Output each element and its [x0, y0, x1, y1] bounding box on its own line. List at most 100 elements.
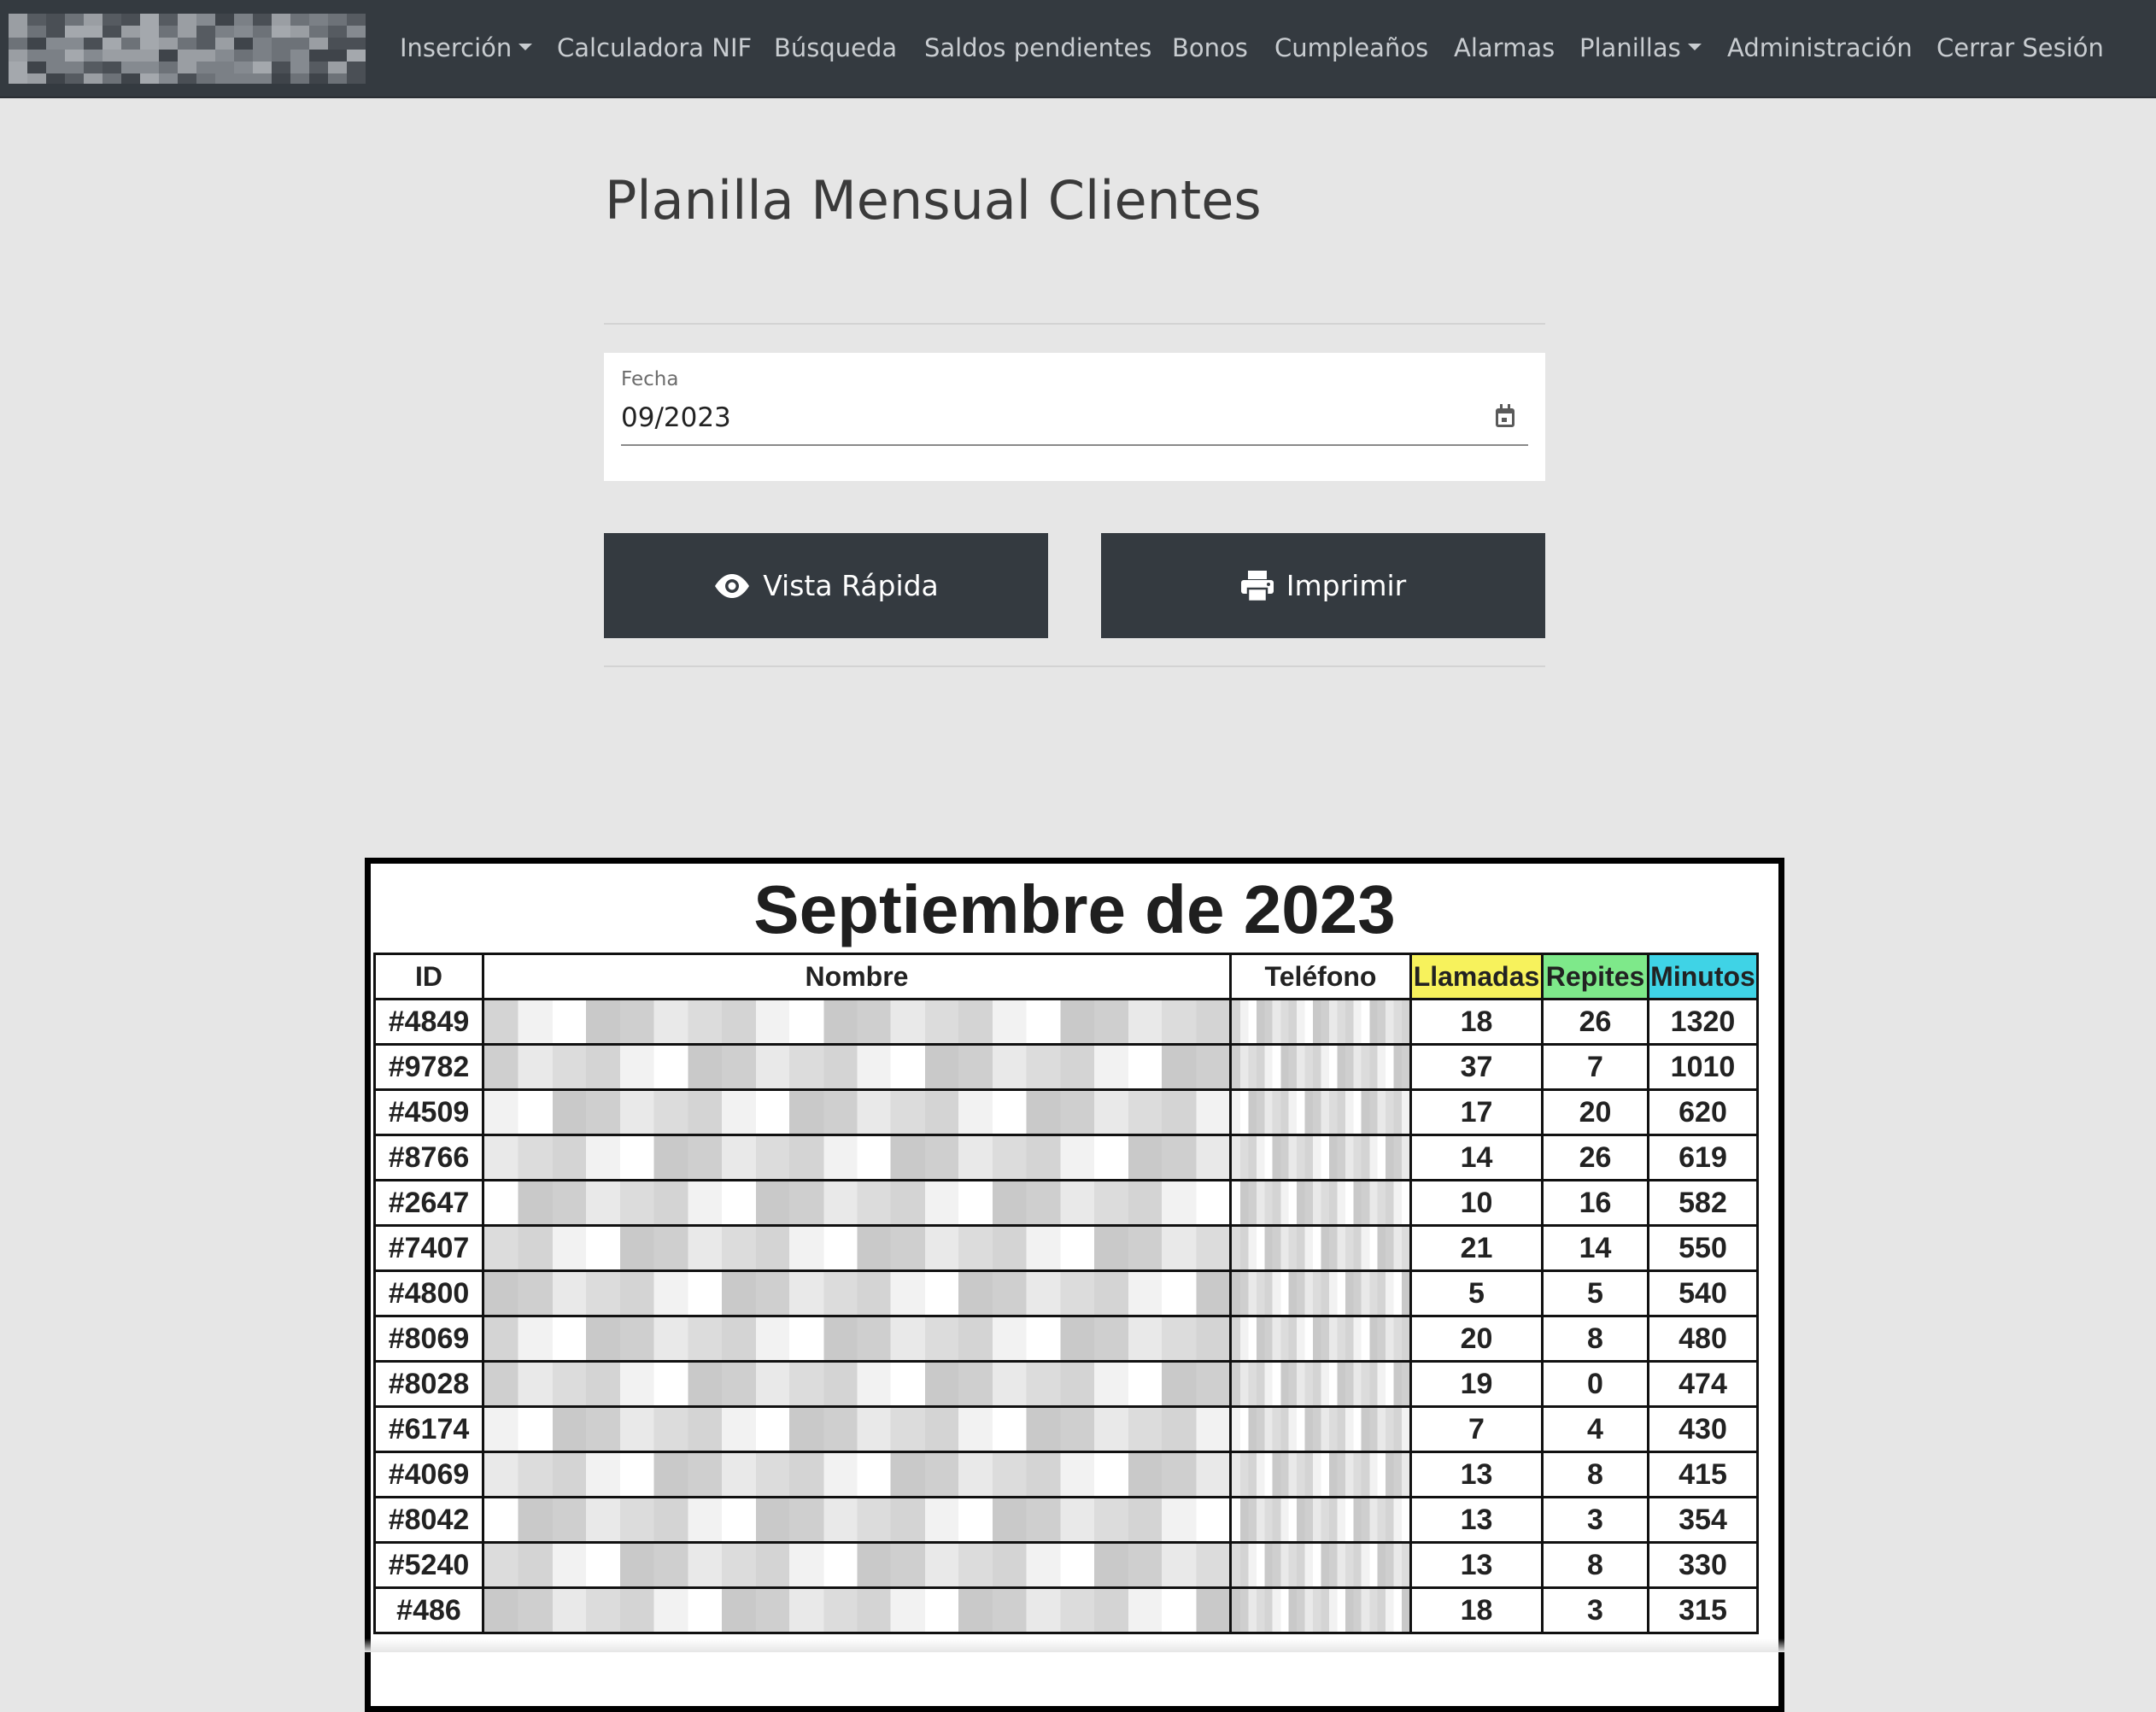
cell-minutos: 540 — [1647, 1269, 1759, 1317]
cell-minutos: 550 — [1647, 1224, 1759, 1272]
cell-llamadas: 19 — [1409, 1360, 1544, 1408]
print-button[interactable]: Imprimir — [1101, 533, 1545, 638]
quick-view-button[interactable]: Vista Rápida — [604, 533, 1048, 638]
cell-repites: 8 — [1541, 1451, 1649, 1498]
cell-telefono-redacted — [1229, 1586, 1412, 1634]
nav-item[interactable]: Inserción — [400, 0, 533, 97]
cell-telefono-redacted — [1229, 1496, 1412, 1544]
table-row: #5240 13 8 330 — [373, 1541, 1759, 1589]
cell-repites: 26 — [1541, 1134, 1649, 1181]
cell-repites: 14 — [1541, 1224, 1649, 1272]
chevron-down-icon — [518, 44, 533, 50]
cell-telefono-redacted — [1229, 1360, 1412, 1408]
nav-item-label: Planillas — [1579, 33, 1681, 62]
table-row: #4849 18 26 1320 — [373, 998, 1759, 1046]
table-row: #6174 7 4 430 — [373, 1405, 1759, 1453]
date-field-label: Fecha — [621, 368, 679, 390]
cell-minutos: 430 — [1647, 1405, 1759, 1453]
date-field-underline — [621, 444, 1528, 446]
nav-item[interactable]: Bonos — [1172, 0, 1248, 97]
cell-id: #2647 — [373, 1179, 484, 1227]
date-field-value[interactable]: 09/2023 — [621, 402, 731, 433]
table-header-row: ID Nombre Teléfono Llamadas Repites Minu… — [373, 953, 1759, 1000]
cell-minutos: 620 — [1647, 1088, 1759, 1136]
cell-id: #5240 — [373, 1541, 484, 1589]
cell-id: #8069 — [373, 1315, 484, 1363]
cell-telefono-redacted — [1229, 1315, 1412, 1363]
cell-nombre-redacted — [482, 1088, 1232, 1136]
table-row: #8766 14 26 619 — [373, 1134, 1759, 1181]
header-id: ID — [373, 953, 484, 1000]
cell-id: #7407 — [373, 1224, 484, 1272]
cell-minutos: 315 — [1647, 1586, 1759, 1634]
report-table: ID Nombre Teléfono Llamadas Repites Minu… — [373, 953, 1759, 1634]
nav-item[interactable]: Saldos pendientes — [924, 0, 1151, 97]
cell-llamadas: 5 — [1409, 1269, 1544, 1317]
cell-minutos: 619 — [1647, 1134, 1759, 1181]
cell-nombre-redacted — [482, 1269, 1232, 1317]
nav-item[interactable]: Alarmas — [1454, 0, 1555, 97]
cell-id: #4849 — [373, 998, 484, 1046]
nav-item-label: Cumpleaños — [1274, 33, 1429, 62]
cell-telefono-redacted — [1229, 1043, 1412, 1091]
cell-minutos: 1320 — [1647, 998, 1759, 1046]
nav-item-label: Búsqueda — [774, 33, 898, 62]
nav-item[interactable]: Cerrar Sesión — [1936, 0, 2104, 97]
chevron-down-icon — [1687, 44, 1702, 50]
cell-llamadas: 13 — [1409, 1496, 1544, 1544]
table-row: #9782 37 7 1010 — [373, 1043, 1759, 1091]
cell-telefono-redacted — [1229, 1134, 1412, 1181]
header-minutos: Minutos — [1647, 953, 1759, 1000]
cell-repites: 3 — [1541, 1496, 1649, 1544]
cell-minutos: 474 — [1647, 1360, 1759, 1408]
brand-logo[interactable] — [9, 14, 366, 84]
table-row: #4509 17 20 620 — [373, 1088, 1759, 1136]
nav-item-label: Alarmas — [1454, 33, 1555, 62]
nav-item-label: Inserción — [400, 33, 513, 62]
cell-llamadas: 18 — [1409, 1586, 1544, 1634]
cell-minutos: 480 — [1647, 1315, 1759, 1363]
cell-nombre-redacted — [482, 1541, 1232, 1589]
print-label: Imprimir — [1286, 569, 1407, 602]
cell-id: #4069 — [373, 1451, 484, 1498]
cell-id: #4800 — [373, 1269, 484, 1317]
cell-nombre-redacted — [482, 1360, 1232, 1408]
cell-nombre-redacted — [482, 1451, 1232, 1498]
bottom-fade — [0, 1639, 2156, 1652]
date-field[interactable]: Fecha 09/2023 — [604, 353, 1545, 481]
nav-item-label: Cerrar Sesión — [1936, 33, 2104, 62]
quick-view-label: Vista Rápida — [763, 569, 939, 602]
cell-llamadas: 18 — [1409, 998, 1544, 1046]
cell-id: #6174 — [373, 1405, 484, 1453]
cell-repites: 5 — [1541, 1269, 1649, 1317]
cell-id: #486 — [373, 1586, 484, 1634]
table-row: #8042 13 3 354 — [373, 1496, 1759, 1544]
cell-llamadas: 17 — [1409, 1088, 1544, 1136]
cell-repites: 8 — [1541, 1315, 1649, 1363]
monthly-report: Septiembre de 2023 ID Nombre Teléfono Ll… — [365, 858, 1784, 1712]
table-row: #486 18 3 315 — [373, 1586, 1759, 1634]
cell-telefono-redacted — [1229, 1224, 1412, 1272]
cell-telefono-redacted — [1229, 1269, 1412, 1317]
table-row: #8069 20 8 480 — [373, 1315, 1759, 1363]
calendar-icon[interactable] — [1496, 404, 1514, 427]
table-row: #2647 10 16 582 — [373, 1179, 1759, 1227]
cell-telefono-redacted — [1229, 1088, 1412, 1136]
nav-item[interactable]: Cumpleaños — [1274, 0, 1428, 97]
cell-repites: 26 — [1541, 998, 1649, 1046]
cell-nombre-redacted — [482, 1179, 1232, 1227]
cell-id: #8042 — [373, 1496, 484, 1544]
divider — [604, 323, 1545, 325]
cell-nombre-redacted — [482, 1586, 1232, 1634]
cell-nombre-redacted — [482, 1405, 1232, 1453]
cell-id: #8766 — [373, 1134, 484, 1181]
header-telefono: Teléfono — [1229, 953, 1412, 1000]
nav-item[interactable]: Planillas — [1579, 0, 1702, 97]
cell-llamadas: 14 — [1409, 1134, 1544, 1181]
nav-item[interactable]: Administración — [1727, 0, 1913, 97]
nav-item[interactable]: Búsqueda — [774, 0, 897, 97]
cell-nombre-redacted — [482, 1315, 1232, 1363]
nav-item[interactable]: Calculadora NIF — [557, 0, 752, 97]
cell-repites: 7 — [1541, 1043, 1649, 1091]
top-navbar: Inserción Calculadora NIF Búsqueda Saldos p… — [0, 0, 2156, 98]
